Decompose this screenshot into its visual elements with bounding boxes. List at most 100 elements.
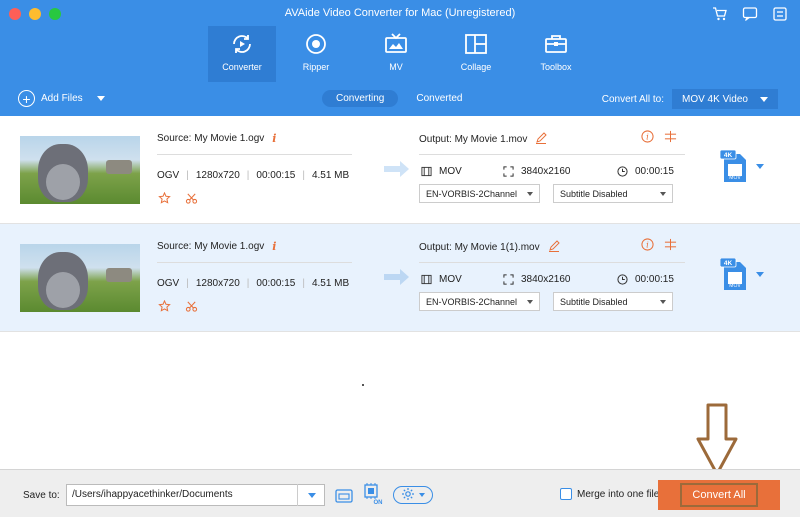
rename-icon[interactable]	[548, 240, 560, 255]
source-label: Source: My Movie 1.ogv	[157, 133, 265, 144]
source-name: Source: My Movie 1.ogv i	[157, 132, 276, 145]
tab-mv[interactable]: MV	[356, 26, 436, 82]
tab-label: Ripper	[302, 62, 330, 72]
merge-option[interactable]: Merge into one file	[560, 488, 659, 500]
cursor-dot	[362, 384, 364, 386]
chevron-down-icon	[419, 493, 425, 497]
format-value: MOV 4K Video	[682, 93, 748, 105]
audio-track-select[interactable]: EN-VORBIS-2Channel	[419, 184, 540, 203]
output-duration: 00:00:15	[617, 166, 674, 177]
source-label: Source: My Movie 1.ogv	[157, 241, 265, 252]
top-right-icons	[712, 6, 788, 22]
badge-4k-text: 4K	[724, 152, 733, 159]
info-icon[interactable]: i	[272, 240, 276, 253]
rename-icon[interactable]	[535, 132, 548, 147]
tab-converter[interactable]: Converter	[208, 26, 276, 82]
menu-icon[interactable]	[772, 6, 788, 22]
folder-icon[interactable]	[333, 486, 355, 506]
badge-format-text: MOV	[729, 175, 741, 181]
info-icon[interactable]: i	[272, 132, 276, 145]
output-name: Output: My Movie 1.mov	[419, 132, 548, 147]
settings-sliders-icon[interactable]	[664, 238, 677, 251]
chevron-down-icon	[660, 299, 666, 304]
subtitle-value: Subtitle Disabled	[560, 188, 628, 199]
subtitle-select[interactable]: Subtitle Disabled	[553, 184, 673, 203]
convert-all-to-label: Convert All to:	[601, 93, 664, 105]
clock-icon	[617, 274, 628, 285]
badge-4k-text: 4K	[724, 260, 733, 267]
status-tabs: Converting Converted	[322, 90, 477, 107]
info-circle-icon[interactable]: i	[641, 238, 654, 251]
mv-icon	[384, 32, 408, 56]
resize-icon	[503, 166, 514, 177]
output-name: Output: My Movie 1(1).mov	[419, 240, 560, 255]
tab-collage[interactable]: Collage	[436, 26, 516, 82]
enhance-icon[interactable]	[158, 300, 171, 313]
gpu-on-text: ON	[374, 500, 383, 505]
source-format: OGV	[157, 170, 180, 181]
audio-track-value: EN-VORBIS-2Channel	[426, 188, 518, 199]
video-thumbnail[interactable]	[20, 244, 140, 312]
film-icon	[421, 166, 432, 177]
tab-label: Collage	[460, 62, 492, 72]
audio-track-select[interactable]: EN-VORBIS-2Channel	[419, 292, 540, 311]
output-duration: 00:00:15	[617, 274, 674, 285]
add-files-button[interactable]: + Add Files	[18, 90, 105, 107]
output-specs: MOV 3840x2160 00:00:15	[421, 274, 674, 285]
chevron-down-icon	[307, 492, 316, 498]
edit-tools	[158, 192, 198, 205]
cut-icon[interactable]	[185, 300, 198, 313]
settings-button[interactable]	[393, 486, 433, 504]
output-label: Output: My Movie 1.mov	[419, 134, 528, 145]
output-resolution: 3840x2160	[503, 166, 617, 177]
save-path-input[interactable]: /Users/ihappyacethinker/Documents	[66, 484, 325, 506]
output-actions: i	[641, 238, 677, 251]
tab-toolbox[interactable]: Toolbox	[516, 26, 596, 82]
clock-icon	[617, 166, 628, 177]
convert-arrow-icon	[384, 160, 410, 181]
feedback-icon[interactable]	[742, 6, 758, 22]
convert-all-button[interactable]: Convert All	[658, 480, 780, 510]
tab-converted[interactable]: Converted	[402, 90, 476, 107]
save-to-label: Save to:	[23, 490, 60, 501]
subtitle-select[interactable]: Subtitle Disabled	[553, 292, 673, 311]
tab-converting[interactable]: Converting	[322, 90, 399, 107]
window-title: AVAide Video Converter for Mac (Unregist…	[284, 7, 516, 19]
merge-checkbox[interactable]	[560, 488, 572, 500]
source-size: 4.51 MB	[311, 278, 350, 289]
source-format: OGV	[157, 278, 180, 289]
video-thumbnail[interactable]	[20, 136, 140, 204]
chevron-down-icon[interactable]	[756, 164, 764, 169]
chevron-down-icon	[527, 191, 533, 196]
convert-all-format-select[interactable]: MOV 4K Video	[672, 89, 778, 109]
output-format-badge[interactable]: 4K MOV	[719, 257, 750, 295]
info-circle-icon[interactable]: i	[641, 130, 654, 143]
save-path-dropdown[interactable]	[297, 484, 325, 506]
source-duration: 00:00:15	[256, 278, 296, 289]
divider	[157, 262, 352, 263]
main-nav: Converter Ripper MV Collage Toolbox	[208, 26, 596, 82]
output-format-badge[interactable]: 4K MOV	[719, 149, 750, 187]
gear-icon	[401, 487, 415, 504]
output-actions: i	[641, 130, 677, 143]
output-format: MOV	[421, 166, 503, 177]
chevron-down-icon[interactable]	[96, 96, 105, 101]
bottom-bar: Save to: /Users/ihappyacethinker/Documen…	[0, 469, 800, 517]
settings-sliders-icon[interactable]	[664, 130, 677, 143]
chevron-down-icon[interactable]	[756, 272, 764, 277]
output-specs: MOV 3840x2160 00:00:15	[421, 166, 674, 177]
gpu-acceleration-icon[interactable]: ON	[362, 483, 384, 505]
convert-all-label: Convert All	[680, 483, 758, 507]
source-size: 4.51 MB	[311, 170, 350, 181]
source-duration: 00:00:15	[256, 170, 296, 181]
cart-icon[interactable]	[712, 6, 728, 22]
collage-icon	[464, 32, 488, 56]
ripper-icon	[304, 32, 328, 56]
cut-icon[interactable]	[185, 192, 198, 205]
enhance-icon[interactable]	[158, 192, 171, 205]
tab-ripper[interactable]: Ripper	[276, 26, 356, 82]
source-resolution: 1280x720	[195, 278, 240, 289]
chevron-down-icon	[527, 299, 533, 304]
source-name: Source: My Movie 1.ogv i	[157, 240, 276, 253]
chevron-down-icon	[660, 191, 666, 196]
